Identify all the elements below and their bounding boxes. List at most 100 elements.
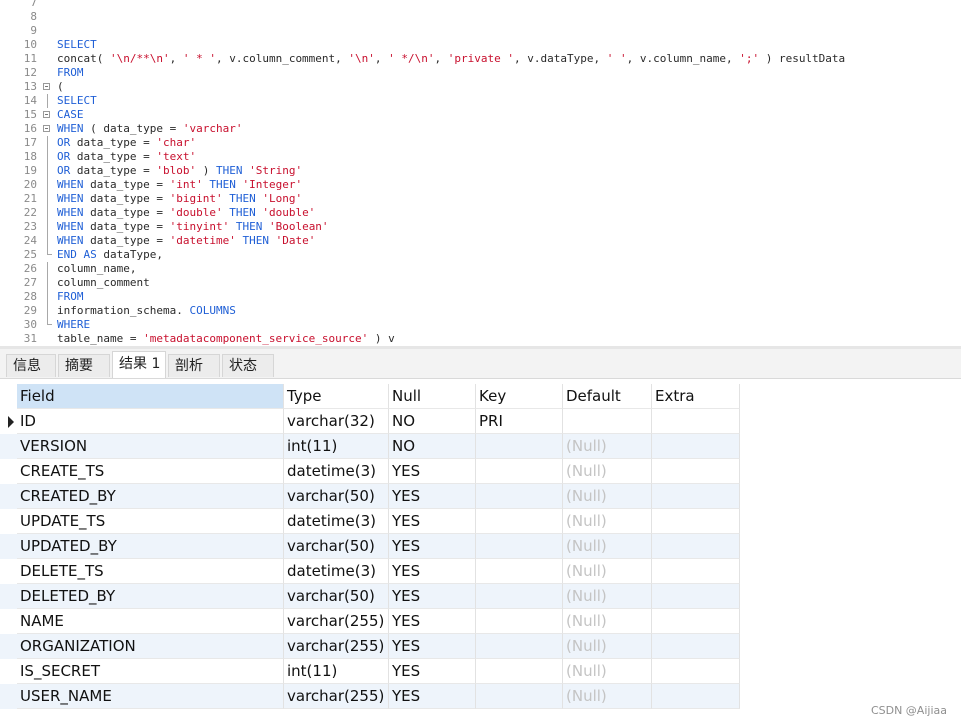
- cell-type[interactable]: varchar(255): [284, 609, 389, 634]
- cell-extra[interactable]: [652, 509, 740, 534]
- code-line[interactable]: 10 SELECT: [0, 38, 961, 52]
- cell-key[interactable]: [476, 634, 563, 659]
- cell-field[interactable]: VERSION: [17, 434, 284, 459]
- column-header-default[interactable]: Default: [563, 384, 652, 409]
- cell-null[interactable]: YES: [389, 584, 476, 609]
- code-line[interactable]: 20 WHEN data_type = 'int' THEN 'Integer': [0, 178, 961, 192]
- cell-key[interactable]: PRI: [476, 409, 563, 434]
- cell-default[interactable]: (Null): [563, 684, 652, 709]
- cell-default[interactable]: (Null): [563, 534, 652, 559]
- code-line[interactable]: 13 (: [0, 80, 961, 94]
- code-line[interactable]: 18 OR data_type = 'text': [0, 150, 961, 164]
- code-line[interactable]: 17 OR data_type = 'char': [0, 136, 961, 150]
- code-line[interactable]: 19 OR data_type = 'blob' ) THEN 'String': [0, 164, 961, 178]
- cell-extra[interactable]: [652, 459, 740, 484]
- table-row[interactable]: UPDATE_TS datetime(3) YES (Null): [0, 509, 740, 534]
- code-line[interactable]: 26 column_name,: [0, 262, 961, 276]
- cell-type[interactable]: datetime(3): [284, 509, 389, 534]
- code-line[interactable]: 25 END AS dataType,: [0, 248, 961, 262]
- cell-key[interactable]: [476, 684, 563, 709]
- code-line[interactable]: 28 FROM: [0, 290, 961, 304]
- table-row[interactable]: CREATED_BY varchar(50) YES (Null): [0, 484, 740, 509]
- cell-field[interactable]: CREATE_TS: [17, 459, 284, 484]
- code-line[interactable]: 27 column_comment: [0, 276, 961, 290]
- table-row[interactable]: IS_SECRET int(11) YES (Null): [0, 659, 740, 684]
- cell-extra[interactable]: [652, 534, 740, 559]
- code-line[interactable]: 9: [0, 24, 961, 38]
- cell-extra[interactable]: [652, 484, 740, 509]
- cell-null[interactable]: NO: [389, 434, 476, 459]
- cell-default[interactable]: (Null): [563, 584, 652, 609]
- cell-type[interactable]: varchar(255): [284, 684, 389, 709]
- cell-type[interactable]: int(11): [284, 659, 389, 684]
- cell-null[interactable]: NO: [389, 409, 476, 434]
- table-row[interactable]: DELETE_TS datetime(3) YES (Null): [0, 559, 740, 584]
- cell-field[interactable]: UPDATED_BY: [17, 534, 284, 559]
- cell-type[interactable]: int(11): [284, 434, 389, 459]
- cell-type[interactable]: datetime(3): [284, 459, 389, 484]
- cell-extra[interactable]: [652, 609, 740, 634]
- cell-type[interactable]: varchar(32): [284, 409, 389, 434]
- fold-collapse-icon[interactable]: [43, 125, 50, 132]
- table-row[interactable]: UPDATED_BY varchar(50) YES (Null): [0, 534, 740, 559]
- cell-field[interactable]: UPDATE_TS: [17, 509, 284, 534]
- cell-extra[interactable]: [652, 409, 740, 434]
- cell-null[interactable]: YES: [389, 559, 476, 584]
- tab-profile[interactable]: 剖析: [168, 354, 220, 377]
- fold-collapse-icon[interactable]: [43, 111, 50, 118]
- column-header-field[interactable]: Field: [17, 384, 284, 409]
- cell-extra[interactable]: [652, 584, 740, 609]
- cell-field[interactable]: IS_SECRET: [17, 659, 284, 684]
- cell-default[interactable]: (Null): [563, 509, 652, 534]
- code-line[interactable]: 24 WHEN data_type = 'datetime' THEN 'Date…: [0, 234, 961, 248]
- cell-extra[interactable]: [652, 634, 740, 659]
- cell-null[interactable]: YES: [389, 609, 476, 634]
- tab-result-1[interactable]: 结果 1: [112, 351, 166, 378]
- tab-info[interactable]: 信息: [6, 354, 56, 377]
- code-line[interactable]: 14 SELECT: [0, 94, 961, 108]
- code-line[interactable]: 31 table_name = 'metadatacomponent_servic…: [0, 332, 961, 346]
- cell-field[interactable]: CREATED_BY: [17, 484, 284, 509]
- cell-type[interactable]: varchar(255): [284, 634, 389, 659]
- sql-editor[interactable]: 7 8 9 10 SELECT 11 concat( '\n/**\n', ' * ', v…: [0, 0, 961, 346]
- cell-default[interactable]: (Null): [563, 609, 652, 634]
- cell-null[interactable]: YES: [389, 659, 476, 684]
- table-row[interactable]: CREATE_TS datetime(3) YES (Null): [0, 459, 740, 484]
- cell-field[interactable]: DELETE_TS: [17, 559, 284, 584]
- column-header-type[interactable]: Type: [284, 384, 389, 409]
- cell-default[interactable]: [563, 409, 652, 434]
- tab-status[interactable]: 状态: [222, 354, 274, 377]
- cell-type[interactable]: datetime(3): [284, 559, 389, 584]
- cell-extra[interactable]: [652, 659, 740, 684]
- cell-key[interactable]: [476, 484, 563, 509]
- cell-field[interactable]: USER_NAME: [17, 684, 284, 709]
- cell-key[interactable]: [476, 659, 563, 684]
- cell-null[interactable]: YES: [389, 459, 476, 484]
- table-row[interactable]: ORGANIZATION varchar(255) YES (Null): [0, 634, 740, 659]
- code-line[interactable]: 8: [0, 10, 961, 24]
- cell-null[interactable]: YES: [389, 509, 476, 534]
- table-row[interactable]: USER_NAME varchar(255) YES (Null): [0, 684, 740, 709]
- code-line[interactable]: 11 concat( '\n/**\n', ' * ', v.column_com…: [0, 52, 961, 66]
- table-row[interactable]: DELETED_BY varchar(50) YES (Null): [0, 584, 740, 609]
- code-line[interactable]: 21 WHEN data_type = 'bigint' THEN 'Long': [0, 192, 961, 206]
- cell-key[interactable]: [476, 434, 563, 459]
- cell-type[interactable]: varchar(50): [284, 534, 389, 559]
- table-row[interactable]: NAME varchar(255) YES (Null): [0, 609, 740, 634]
- column-header-null[interactable]: Null: [389, 384, 476, 409]
- code-line[interactable]: 12 FROM: [0, 66, 961, 80]
- code-line[interactable]: 22 WHEN data_type = 'double' THEN 'double…: [0, 206, 961, 220]
- cell-default[interactable]: (Null): [563, 434, 652, 459]
- cell-extra[interactable]: [652, 434, 740, 459]
- code-line[interactable]: 29 information_schema. COLUMNS: [0, 304, 961, 318]
- tab-summary[interactable]: 摘要: [58, 354, 110, 377]
- fold-collapse-icon[interactable]: [43, 83, 50, 90]
- code-line[interactable]: 16 WHEN ( data_type = 'varchar': [0, 122, 961, 136]
- cell-null[interactable]: YES: [389, 484, 476, 509]
- cell-extra[interactable]: [652, 559, 740, 584]
- cell-type[interactable]: varchar(50): [284, 584, 389, 609]
- code-line[interactable]: 7: [0, 0, 961, 10]
- cell-default[interactable]: (Null): [563, 459, 652, 484]
- table-row[interactable]: ID varchar(32) NO PRI: [0, 409, 740, 434]
- column-header-key[interactable]: Key: [476, 384, 563, 409]
